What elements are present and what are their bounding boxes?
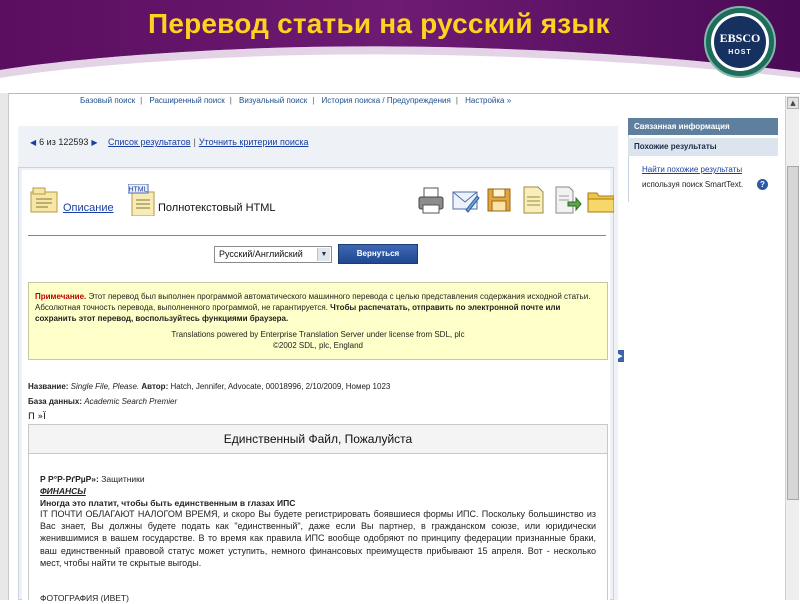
smarttext-note: используя поиск SmartText. [642,180,744,189]
result-list-link[interactable]: Список результатов [108,137,190,147]
inner-scrollbar[interactable] [614,126,618,600]
back-button[interactable]: Вернуться [338,244,418,264]
encoding-glyphs: П »Ї [28,412,46,422]
article-section-line: Р Р°Р·РґРµР»: Защитники [40,473,596,485]
export-icon[interactable] [552,184,582,216]
refine-search-link[interactable]: Уточнить критерии поиска [199,137,309,147]
author-value: Hatch, Jennifer, Advocate, 00018996, 2/1… [170,382,391,391]
window-left-edge [0,93,9,600]
author-label: Автор: [141,382,169,391]
similar-results-header: Похожие результаты [628,138,778,156]
pager-bar [18,126,614,168]
slide-header: Перевод статьи на русский язык EBSCO HOS… [0,0,800,92]
scrollbar-thumb[interactable] [787,166,799,500]
nav-settings[interactable]: Настройка » [465,96,511,105]
description-icon[interactable] [30,186,58,214]
section-value: Защитники [98,474,145,484]
article-title-line: Название: Single File, Please. Автор: Ha… [28,382,390,391]
database-label: База данных: [28,397,82,406]
save-icon[interactable] [484,184,514,216]
translation-copyright: ©2002 SDL, plc, England [273,341,363,350]
title-value: Single File, Please. [70,382,140,391]
nav-advanced-search[interactable]: Расширенный поиск [149,96,224,105]
article-title: Единственный Файл, Пожалуйста [223,432,413,446]
next-arrow-icon[interactable]: ▶ [91,138,97,147]
translation-powered-by: Translations powered by Enterprise Trans… [171,330,465,339]
print-icon[interactable] [416,184,446,216]
html-badge-text: HTML [128,187,147,194]
top-navigation: Базовый поиск | Расширенный поиск | Визуал… [80,96,512,105]
related-info-header: Связанная информация [628,118,778,135]
chevron-down-icon[interactable]: ▼ [317,248,330,261]
database-line: База данных: Academic Search Premier [28,397,177,406]
nav-basic-search[interactable]: Базовый поиск [80,96,135,105]
language-select[interactable]: Русский/Английский ▼ [214,246,332,263]
article-category: ФИНАНСЫ [40,486,86,496]
svg-text:EBSCO: EBSCO [720,31,761,45]
cite-icon[interactable] [518,184,548,216]
result-pager: ◀ 6 из 122593 ▶ Список результатов | Уточнит… [30,137,309,147]
tabs-divider [28,235,606,236]
article-next-line: ФОТОГРАФИЯ (ИВЕТ) [40,593,129,603]
find-similar-link[interactable]: Найти похожие результаты [642,165,742,174]
nav-visual-search[interactable]: Визуальный поиск [239,96,307,105]
vertical-scrollbar[interactable]: ▲ [785,96,799,600]
record-tools [416,184,616,216]
html-icon[interactable]: HTML [128,184,156,216]
svg-text:HOST: HOST [728,49,751,56]
article-paragraph: IT ПОЧТИ ОБЛАГАЮТ НАЛОГОМ ВРЕМЯ, и скоро… [40,509,596,568]
language-select-value: Русский/Английский [219,249,303,259]
scroll-up-icon[interactable]: ▲ [787,97,799,109]
previous-arrow-icon[interactable]: ◀ [30,138,36,147]
translation-note: Примечание. Этот перевод был выполнен пр… [28,282,608,360]
help-icon[interactable]: ? [757,179,768,190]
email-icon[interactable] [450,184,480,216]
section-label: Р Р°Р·РґРµР»: [40,474,99,484]
folder-icon[interactable] [586,184,616,216]
tab-description[interactable]: Описание [63,202,114,214]
ebsco-host-logo: EBSCO HOST [704,6,776,78]
title-label: Название: [28,382,69,391]
nav-search-history[interactable]: История поиска / Предупреждения [322,96,451,105]
slide-title: Перевод статьи на русский язык [148,8,610,39]
note-label: Примечание. [35,292,87,301]
database-value: Academic Search Premier [84,397,178,406]
result-position: 6 из 122593 [39,137,89,147]
tab-fulltext-html[interactable]: Полнотекстовый HTML [158,202,276,214]
